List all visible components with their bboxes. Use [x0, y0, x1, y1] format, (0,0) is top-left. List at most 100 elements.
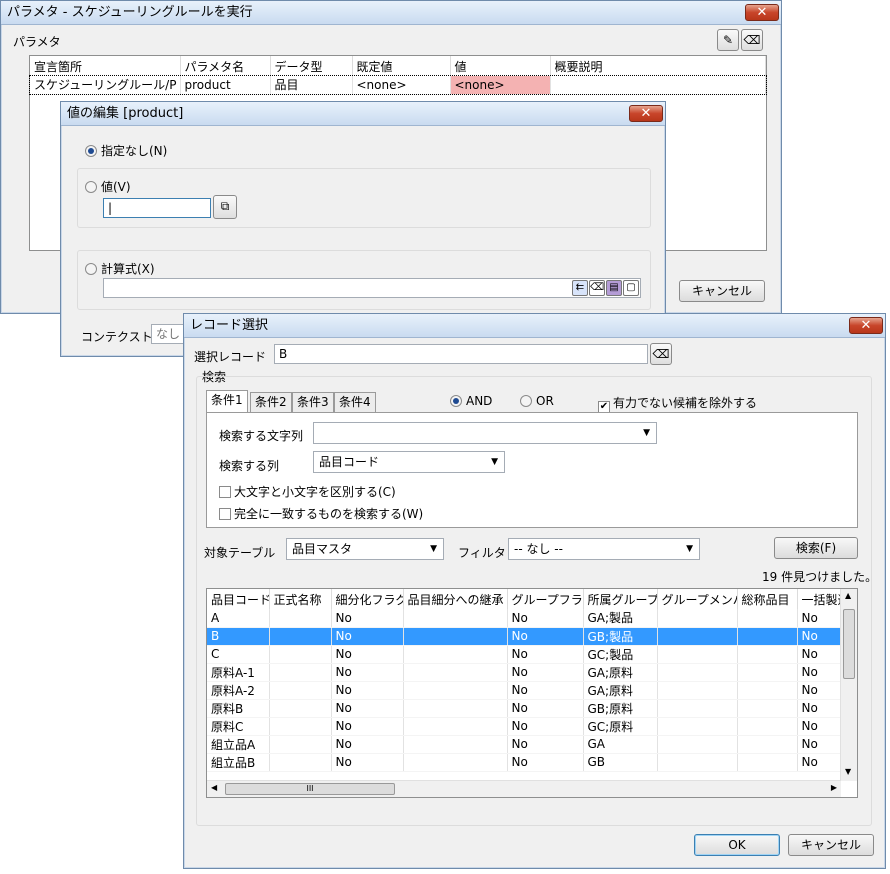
table-cell[interactable] — [269, 609, 332, 628]
table-cell[interactable]: 組立品A — [207, 735, 270, 754]
opt-formula-radio[interactable]: 計算式(X) — [85, 260, 155, 277]
table-cell[interactable]: No — [797, 645, 842, 664]
table-cell[interactable]: C — [207, 645, 270, 664]
close-button[interactable]: ✕ — [745, 4, 779, 21]
table-cell[interactable]: No — [331, 699, 404, 718]
table-cell[interactable]: GA;原料 — [583, 681, 658, 700]
column-header[interactable]: 細分化フラグ — [331, 589, 404, 609]
cell-default[interactable]: <none> — [352, 76, 451, 95]
tab-condition-2[interactable]: 条件2 — [250, 392, 292, 412]
table-cell[interactable] — [269, 753, 332, 772]
table-cell[interactable]: B — [207, 627, 270, 646]
table-cell[interactable] — [737, 717, 798, 736]
table-select[interactable]: 品目マスタ ▼ — [286, 538, 444, 560]
column-header[interactable]: 正式名称 — [269, 589, 332, 609]
table-cell[interactable] — [403, 681, 508, 700]
value-input[interactable]: | — [103, 198, 211, 218]
column-header[interactable]: グループメンバ — [657, 589, 738, 609]
table-cell[interactable] — [657, 627, 738, 646]
scroll-down-icon[interactable]: ▼ — [845, 767, 851, 776]
column-header[interactable]: パラメタ名 — [180, 56, 271, 76]
table-cell[interactable] — [657, 645, 738, 664]
opt-value-radio[interactable]: 値(V) — [85, 178, 131, 195]
column-header[interactable]: データ型 — [270, 56, 353, 76]
table-cell[interactable]: GB — [583, 753, 658, 772]
table-cell[interactable]: No — [507, 681, 584, 700]
table-cell[interactable]: GA;原料 — [583, 663, 658, 682]
table-cell[interactable] — [269, 735, 332, 754]
scroll-up-icon[interactable]: ▲ — [845, 591, 851, 600]
table-cell[interactable] — [737, 609, 798, 628]
close-button[interactable]: ✕ — [849, 317, 883, 334]
opt-none-radio[interactable]: 指定なし(N) — [85, 142, 167, 159]
table-row[interactable]: スケジューリングルール/P product 品目 <none> <none> — [29, 75, 767, 95]
table-cell[interactable] — [737, 627, 798, 646]
table-cell[interactable] — [403, 645, 508, 664]
table-cell[interactable] — [269, 663, 332, 682]
search-button[interactable]: 検索(F) — [774, 537, 858, 559]
table-cell[interactable] — [737, 735, 798, 754]
table-cell[interactable]: No — [507, 663, 584, 682]
column-header[interactable]: 既定値 — [352, 56, 451, 76]
table-cell[interactable]: 組立品B — [207, 753, 270, 772]
cell-declared-at[interactable]: スケジューリングルール/P — [30, 76, 181, 95]
column-header[interactable]: 一括製造 — [797, 589, 842, 609]
table-cell[interactable] — [269, 681, 332, 700]
table-cell[interactable] — [403, 735, 508, 754]
window-icon[interactable]: ▢ — [623, 280, 639, 296]
clear-selection-button[interactable]: ⌫ — [650, 343, 672, 365]
parameter-dialog-titlebar[interactable]: パラメタ - スケジューリングルールを実行 ✕ — [1, 1, 781, 25]
column-header[interactable]: 品目細分への継承 — [403, 589, 508, 609]
table-cell[interactable] — [657, 609, 738, 628]
eraser-icon[interactable]: ⌫ — [589, 280, 605, 296]
param-cancel-button[interactable]: キャンセル — [679, 280, 765, 302]
cell-data-type[interactable]: 品目 — [270, 76, 353, 95]
table-cell[interactable]: No — [507, 717, 584, 736]
table-cell[interactable] — [737, 699, 798, 718]
insert-icon[interactable]: ⇇ — [572, 280, 588, 296]
table-cell[interactable] — [737, 681, 798, 700]
table-cell[interactable] — [269, 645, 332, 664]
table-cell[interactable]: GC;原料 — [583, 717, 658, 736]
table-cell[interactable]: GB;原料 — [583, 699, 658, 718]
table-cell[interactable]: No — [331, 681, 404, 700]
scroll-thumb[interactable] — [843, 609, 855, 679]
table-cell[interactable]: No — [331, 717, 404, 736]
table-cell[interactable]: No — [797, 735, 842, 754]
table-cell[interactable]: GA — [583, 735, 658, 754]
record-select-titlebar[interactable]: レコード選択 ✕ — [184, 314, 885, 338]
column-header[interactable]: グループフラグ — [507, 589, 584, 609]
tab-condition-3[interactable]: 条件3 — [292, 392, 334, 412]
cancel-button[interactable]: キャンセル — [788, 834, 874, 856]
table-cell[interactable]: No — [507, 609, 584, 628]
table-cell[interactable] — [403, 699, 508, 718]
column-header[interactable]: 値 — [450, 56, 551, 76]
table-row[interactable]: 組立品B No No GB No — [207, 753, 842, 772]
table-cell[interactable] — [269, 717, 332, 736]
table-cell[interactable] — [657, 753, 738, 772]
table-cell[interactable]: 原料C — [207, 717, 270, 736]
table-cell[interactable]: No — [331, 609, 404, 628]
search-string-combo[interactable]: ▼ — [313, 422, 657, 444]
scroll-left-icon[interactable]: ◀ — [211, 783, 217, 792]
table-cell[interactable]: GA;製品 — [583, 609, 658, 628]
table-cell[interactable]: No — [507, 627, 584, 646]
table-row[interactable]: 原料C No No GC;原料 No — [207, 717, 842, 736]
table-cell[interactable]: No — [507, 753, 584, 772]
close-button[interactable]: ✕ — [629, 105, 663, 122]
table-cell[interactable]: GB;製品 — [583, 627, 658, 646]
case-sensitive-checkbox[interactable]: 大文字と小文字を区別する(C) — [219, 483, 396, 500]
table-cell[interactable]: No — [797, 753, 842, 772]
table-cell[interactable] — [269, 699, 332, 718]
table-cell[interactable] — [403, 717, 508, 736]
table-cell[interactable] — [403, 663, 508, 682]
table-cell[interactable] — [403, 609, 508, 628]
table-cell[interactable]: 原料A-2 — [207, 681, 270, 700]
scroll-right-icon[interactable]: ▶ — [831, 783, 837, 792]
table-cell[interactable]: 原料A-1 — [207, 663, 270, 682]
table-row[interactable]: A No No GA;製品 No — [207, 609, 842, 628]
cell-value[interactable]: <none> — [450, 76, 551, 95]
table-cell[interactable]: No — [797, 609, 842, 628]
table-row[interactable]: C No No GC;製品 No — [207, 645, 842, 664]
table-cell[interactable]: GC;製品 — [583, 645, 658, 664]
